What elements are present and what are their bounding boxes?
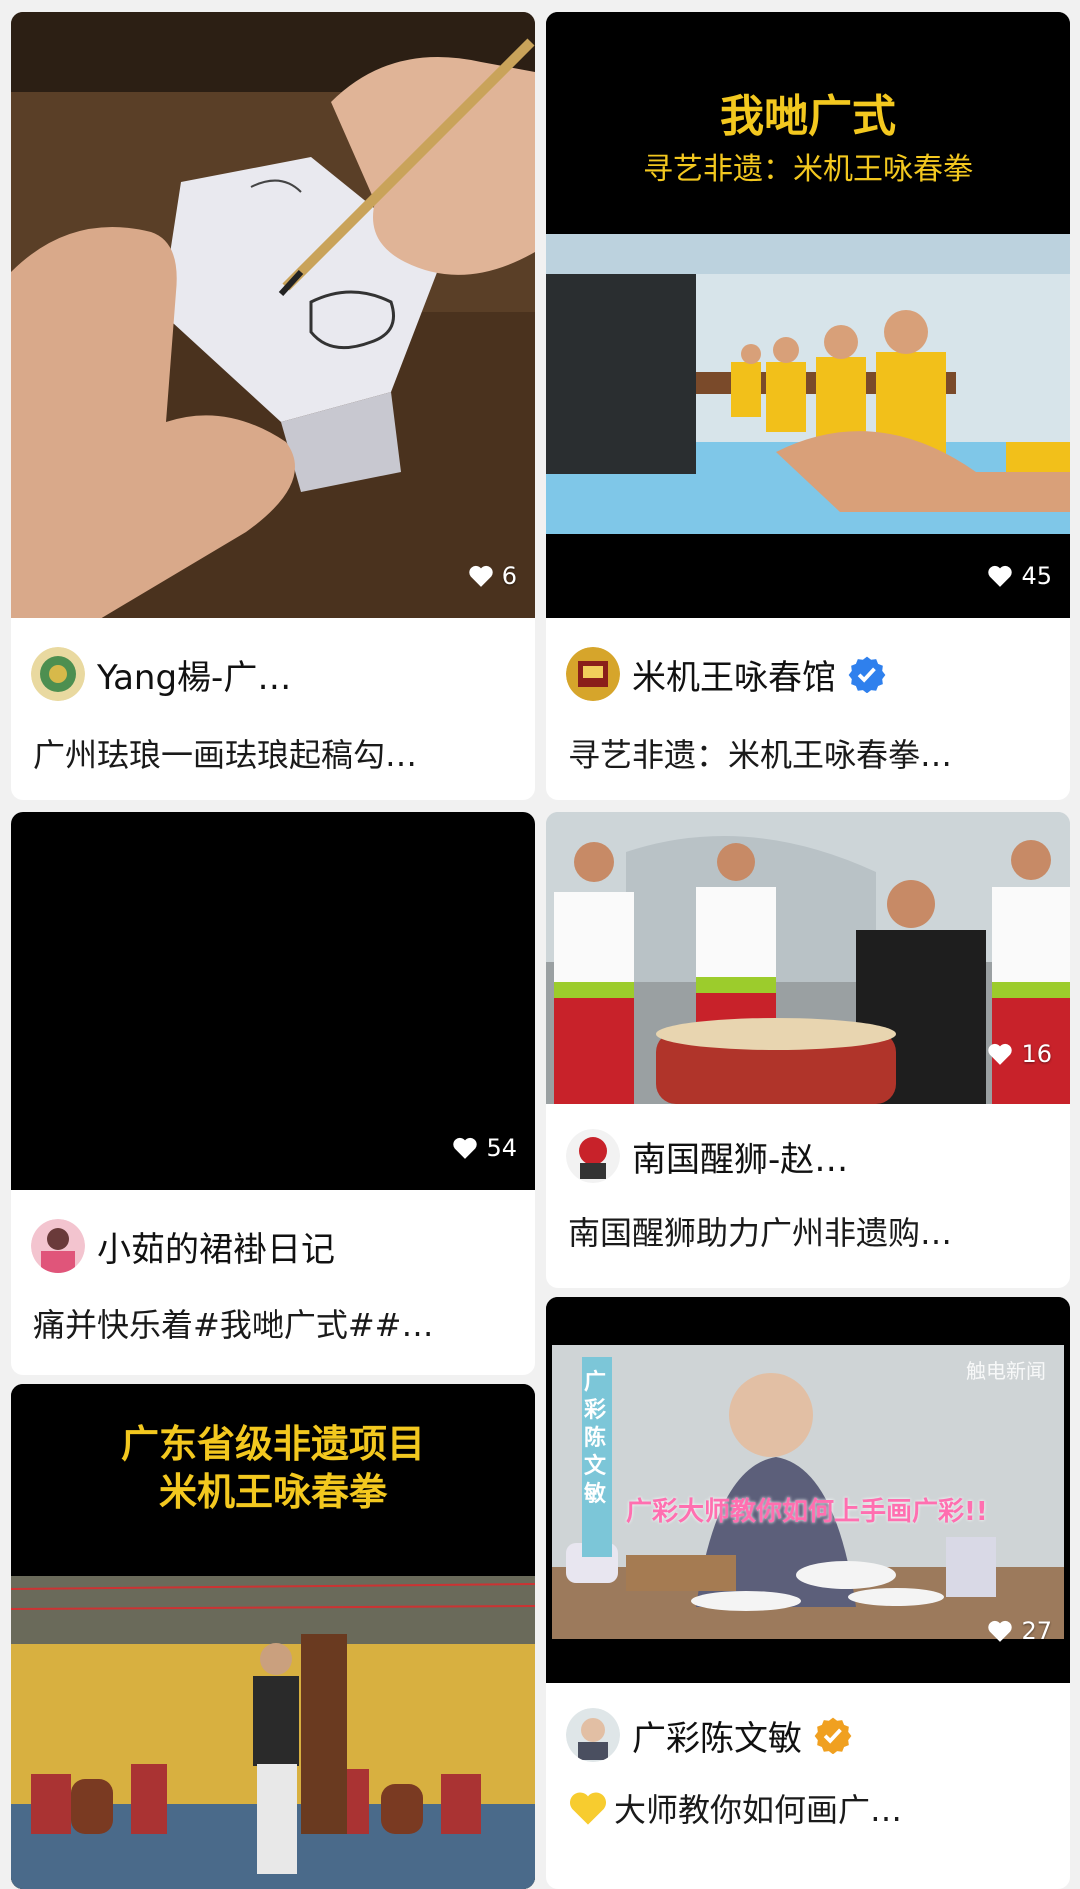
watermark: 触电新闻: [966, 1359, 1046, 1383]
avatar[interactable]: [566, 647, 620, 701]
video-description[interactable]: 大师教你如何画广…: [568, 1785, 1054, 1831]
author-name: Yang楊-广…: [97, 657, 292, 698]
author-name: 米机王咏春馆: [632, 657, 836, 698]
video-thumbnail[interactable]: 6: [11, 12, 535, 618]
feed-card[interactable]: 16 南国醒狮-赵… 南国醒狮助力广州非遗购…: [546, 812, 1070, 1288]
avatar[interactable]: [31, 647, 85, 701]
author-name: 南国醒狮-赵…: [632, 1139, 849, 1180]
overlay-title: 我哋广式: [720, 91, 896, 142]
heart-icon: [468, 564, 494, 588]
like-count[interactable]: 16: [987, 1040, 1052, 1068]
like-count-value: 6: [501, 562, 517, 590]
avatar[interactable]: [31, 1219, 85, 1273]
like-count[interactable]: 27: [987, 1617, 1052, 1645]
heart-icon: [987, 564, 1013, 588]
overlay-title-line1: 广东省级非遗项目: [120, 1421, 425, 1466]
heart-icon: [987, 1619, 1013, 1643]
video-description[interactable]: 痛并快乐着#我哋广式##…: [33, 1300, 519, 1346]
author-name: 广彩陈文敏: [632, 1718, 802, 1759]
like-count-value: 45: [1021, 562, 1052, 590]
feed-card[interactable]: 我哋广式 寻艺非遗：米机王咏春拳 45 米机王咏春馆 寻艺非遗：米机王咏春拳…: [546, 12, 1070, 800]
video-description[interactable]: 广州珐琅一画珐琅起稿勾…: [33, 730, 519, 776]
heart-icon: [452, 1136, 478, 1160]
like-count-value: 16: [1021, 1040, 1052, 1068]
video-description[interactable]: 南国醒狮助力广州非遗购…: [568, 1208, 1054, 1254]
verified-badge-icon: [848, 655, 886, 693]
overlay-caption: 广彩大师教你如何上手画广彩!!: [626, 1497, 988, 1527]
author-row[interactable]: 南国醒狮-赵…: [566, 1128, 848, 1184]
author-row[interactable]: 广彩陈文敏: [566, 1707, 852, 1763]
video-description[interactable]: 寻艺非遗：米机王咏春拳…: [568, 730, 1054, 776]
overlay-title: 广东省级非遗项目 米机王咏春拳: [11, 1420, 535, 1516]
author-row[interactable]: 米机王咏春馆: [566, 646, 886, 702]
feed-card[interactable]: 6 Yang楊-广… 广州珐琅一画珐琅起稿勾…: [11, 12, 535, 800]
author-name: 小茹的裙褂日记: [97, 1229, 335, 1270]
video-description-text: 大师教你如何画广…: [614, 1791, 903, 1829]
like-count-value: 54: [486, 1134, 517, 1162]
video-thumbnail[interactable]: 我哋广式 寻艺非遗：米机王咏春拳 45: [546, 12, 1070, 618]
author-row[interactable]: 小茹的裙褂日记: [31, 1218, 335, 1274]
avatar[interactable]: [566, 1129, 620, 1183]
video-thumbnail[interactable]: 54: [11, 812, 535, 1190]
overlay-title-line2: 米机王咏春拳: [158, 1469, 387, 1514]
thumbnail-image: [11, 12, 535, 618]
like-count[interactable]: 54: [452, 1134, 517, 1162]
yellow-heart-emoji: [568, 1789, 608, 1827]
video-thumbnail[interactable]: 广东省级非遗项目 米机王咏春拳: [11, 1384, 535, 1889]
avatar[interactable]: [566, 1708, 620, 1762]
verified-badge-icon: [814, 1716, 852, 1754]
video-feed: 6 Yang楊-广… 广州珐琅一画珐琅起稿勾… 54 小茹的裙褂日记 痛并快乐着…: [0, 0, 1080, 1889]
side-banner: 广彩陈文敏: [584, 1370, 607, 1507]
like-count[interactable]: 45: [987, 562, 1052, 590]
video-thumbnail[interactable]: 广彩陈文敏 触电新闻 广彩大师教你如何上手画广彩!! 27: [546, 1297, 1070, 1683]
author-row[interactable]: Yang楊-广…: [31, 646, 291, 702]
heart-icon: [987, 1042, 1013, 1066]
video-thumbnail[interactable]: 16: [546, 812, 1070, 1104]
like-count-value: 27: [1021, 1617, 1052, 1645]
overlay-subtitle: 寻艺非遗：米机王咏春拳: [643, 152, 973, 187]
feed-card[interactable]: 广彩陈文敏 触电新闻 广彩大师教你如何上手画广彩!! 27 广彩陈文敏 大师教你…: [546, 1297, 1070, 1889]
feed-card[interactable]: 54 小茹的裙褂日记 痛并快乐着#我哋广式##…: [11, 812, 535, 1375]
like-count[interactable]: 6: [468, 562, 517, 590]
feed-card[interactable]: 广东省级非遗项目 米机王咏春拳: [11, 1384, 535, 1889]
